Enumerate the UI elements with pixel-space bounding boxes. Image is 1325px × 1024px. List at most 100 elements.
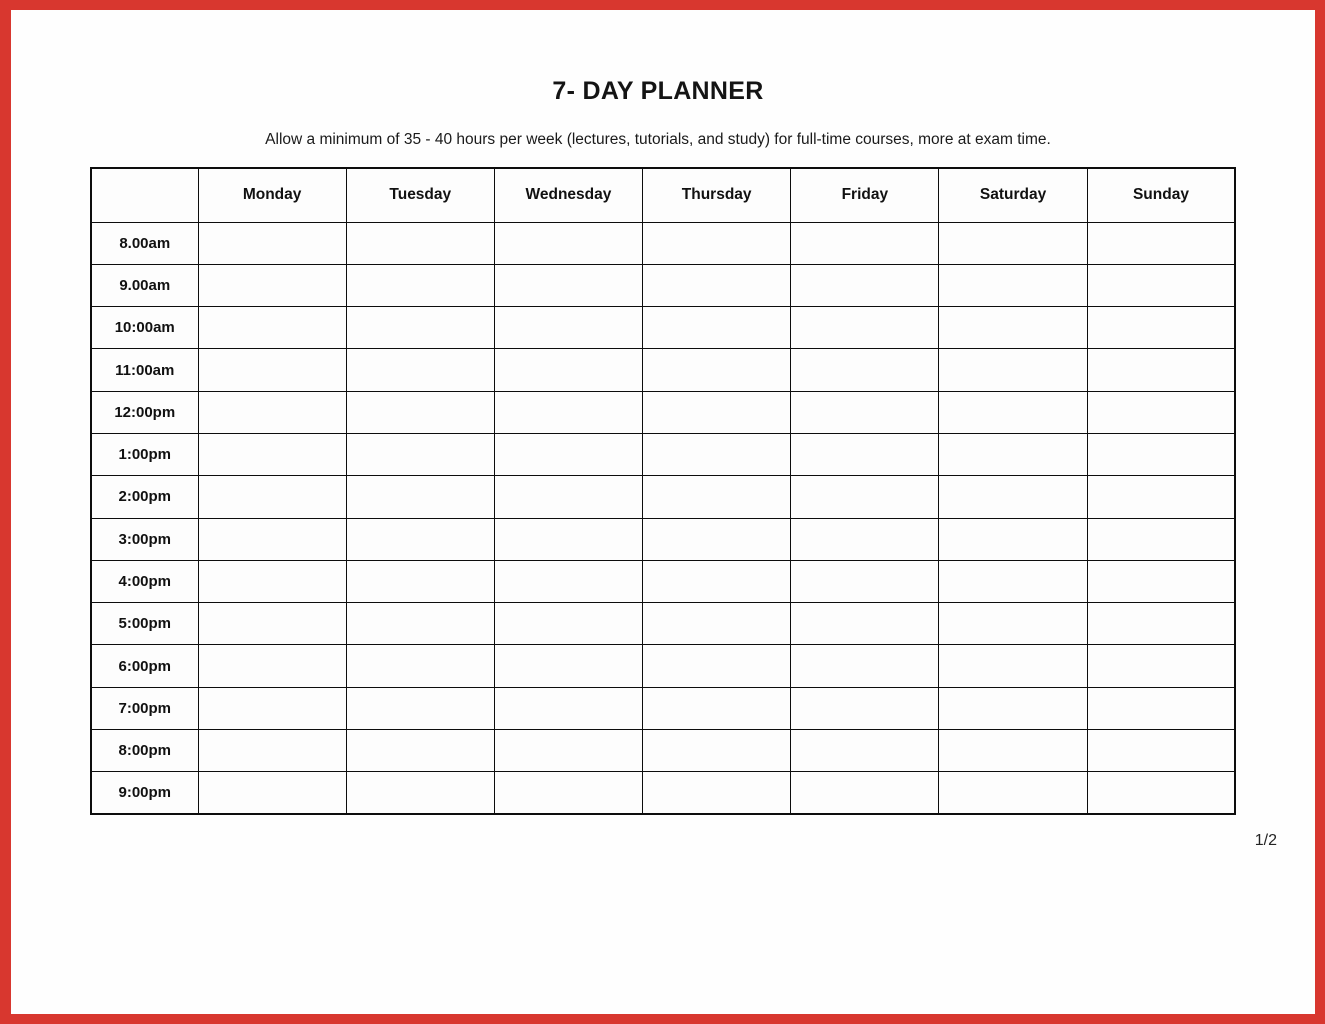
planner-slot-tuesday-2[interactable] — [345, 306, 495, 350]
planner-slot-monday-5[interactable] — [197, 432, 347, 477]
planner-slot-monday-0[interactable] — [197, 221, 347, 265]
planner-slot-monday-8[interactable] — [197, 559, 347, 604]
planner-slot-thursday-2[interactable] — [642, 306, 792, 350]
planner-slot-sunday-9[interactable] — [1086, 602, 1236, 646]
planner-slot-sunday-3[interactable] — [1086, 348, 1236, 392]
planner-slot-thursday-8[interactable] — [642, 559, 792, 604]
planner-slot-sunday-7[interactable] — [1086, 517, 1236, 561]
planner-slot-thursday-11[interactable] — [642, 686, 792, 731]
planner-slot-saturday-13[interactable] — [938, 771, 1088, 815]
planner-slot-friday-3[interactable] — [790, 348, 940, 392]
planner-slot-wednesday-0[interactable] — [493, 221, 644, 265]
planner-slot-monday-1[interactable] — [197, 263, 347, 308]
planner-slot-monday-12[interactable] — [197, 729, 347, 773]
planner-slot-thursday-6[interactable] — [642, 475, 792, 519]
planner-slot-wednesday-4[interactable] — [493, 390, 644, 434]
planner-slot-tuesday-11[interactable] — [345, 686, 495, 731]
planner-slot-saturday-12[interactable] — [938, 729, 1088, 773]
planner-slot-wednesday-1[interactable] — [493, 263, 644, 308]
planner-slot-sunday-8[interactable] — [1086, 559, 1236, 604]
planner-slot-saturday-6[interactable] — [938, 475, 1088, 519]
planner-slot-thursday-0[interactable] — [642, 221, 792, 265]
planner-slot-tuesday-5[interactable] — [345, 432, 495, 477]
table-row: 4:00pm — [90, 559, 1236, 604]
planner-slot-thursday-1[interactable] — [642, 263, 792, 308]
planner-slot-thursday-5[interactable] — [642, 432, 792, 477]
planner-slot-sunday-5[interactable] — [1086, 432, 1236, 477]
planner-slot-thursday-12[interactable] — [642, 729, 792, 773]
planner-slot-monday-10[interactable] — [197, 644, 347, 688]
planner-slot-sunday-4[interactable] — [1086, 390, 1236, 434]
planner-slot-monday-6[interactable] — [197, 475, 347, 519]
planner-slot-friday-8[interactable] — [790, 559, 940, 604]
planner-slot-friday-13[interactable] — [790, 771, 940, 815]
planner-slot-wednesday-7[interactable] — [493, 517, 644, 561]
planner-slot-wednesday-3[interactable] — [493, 348, 644, 392]
planner-slot-wednesday-6[interactable] — [493, 475, 644, 519]
planner-slot-tuesday-4[interactable] — [345, 390, 495, 434]
planner-slot-sunday-0[interactable] — [1086, 221, 1236, 265]
planner-slot-tuesday-10[interactable] — [345, 644, 495, 688]
planner-slot-sunday-1[interactable] — [1086, 263, 1236, 308]
planner-slot-saturday-8[interactable] — [938, 559, 1088, 604]
planner-slot-sunday-6[interactable] — [1086, 475, 1236, 519]
planner-slot-sunday-2[interactable] — [1086, 306, 1236, 350]
planner-slot-saturday-1[interactable] — [938, 263, 1088, 308]
planner-slot-saturday-11[interactable] — [938, 686, 1088, 731]
planner-slot-monday-9[interactable] — [197, 602, 347, 646]
planner-slot-wednesday-11[interactable] — [493, 686, 644, 731]
planner-slot-monday-7[interactable] — [197, 517, 347, 561]
planner-slot-tuesday-12[interactable] — [345, 729, 495, 773]
planner-slot-monday-4[interactable] — [197, 390, 347, 434]
planner-slot-friday-5[interactable] — [790, 432, 940, 477]
planner-slot-saturday-7[interactable] — [938, 517, 1088, 561]
planner-slot-thursday-4[interactable] — [642, 390, 792, 434]
planner-slot-wednesday-2[interactable] — [493, 306, 644, 350]
planner-slot-tuesday-6[interactable] — [345, 475, 495, 519]
planner-slot-monday-2[interactable] — [197, 306, 347, 350]
planner-slot-friday-6[interactable] — [790, 475, 940, 519]
planner-slot-friday-10[interactable] — [790, 644, 940, 688]
planner-slot-friday-1[interactable] — [790, 263, 940, 308]
planner-slot-wednesday-13[interactable] — [493, 771, 644, 815]
planner-slot-tuesday-1[interactable] — [345, 263, 495, 308]
planner-slot-friday-2[interactable] — [790, 306, 940, 350]
planner-slot-saturday-5[interactable] — [938, 432, 1088, 477]
planner-slot-monday-11[interactable] — [197, 686, 347, 731]
planner-slot-saturday-4[interactable] — [938, 390, 1088, 434]
planner-slot-thursday-3[interactable] — [642, 348, 792, 392]
planner-slot-monday-13[interactable] — [197, 771, 347, 815]
planner-slot-tuesday-9[interactable] — [345, 602, 495, 646]
planner-slot-wednesday-10[interactable] — [493, 644, 644, 688]
planner-slot-thursday-13[interactable] — [642, 771, 792, 815]
planner-slot-sunday-10[interactable] — [1086, 644, 1236, 688]
planner-slot-tuesday-8[interactable] — [345, 559, 495, 604]
planner-slot-friday-9[interactable] — [790, 602, 940, 646]
planner-slot-sunday-13[interactable] — [1086, 771, 1236, 815]
planner-slot-thursday-7[interactable] — [642, 517, 792, 561]
planner-slot-sunday-12[interactable] — [1086, 729, 1236, 773]
planner-slot-friday-0[interactable] — [790, 221, 940, 265]
planner-slot-tuesday-0[interactable] — [345, 221, 495, 265]
planner-slot-saturday-0[interactable] — [938, 221, 1088, 265]
planner-slot-friday-4[interactable] — [790, 390, 940, 434]
time-label-10: 6:00pm — [90, 644, 199, 688]
planner-slot-saturday-3[interactable] — [938, 348, 1088, 392]
planner-slot-saturday-2[interactable] — [938, 306, 1088, 350]
planner-slot-thursday-9[interactable] — [642, 602, 792, 646]
planner-slot-wednesday-12[interactable] — [493, 729, 644, 773]
planner-slot-wednesday-5[interactable] — [493, 432, 644, 477]
planner-slot-friday-12[interactable] — [790, 729, 940, 773]
planner-slot-tuesday-7[interactable] — [345, 517, 495, 561]
planner-slot-saturday-10[interactable] — [938, 644, 1088, 688]
planner-slot-monday-3[interactable] — [197, 348, 347, 392]
planner-slot-wednesday-9[interactable] — [493, 602, 644, 646]
planner-slot-saturday-9[interactable] — [938, 602, 1088, 646]
planner-slot-tuesday-13[interactable] — [345, 771, 495, 815]
planner-slot-thursday-10[interactable] — [642, 644, 792, 688]
planner-slot-tuesday-3[interactable] — [345, 348, 495, 392]
planner-slot-sunday-11[interactable] — [1086, 686, 1236, 731]
planner-slot-wednesday-8[interactable] — [493, 559, 644, 604]
planner-slot-friday-11[interactable] — [790, 686, 940, 731]
planner-slot-friday-7[interactable] — [790, 517, 940, 561]
